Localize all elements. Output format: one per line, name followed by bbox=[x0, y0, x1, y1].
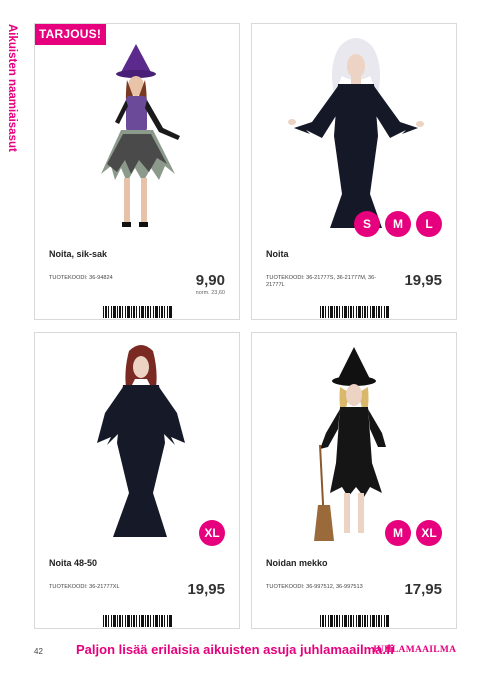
product-title: Noita 48-50 bbox=[49, 558, 98, 568]
product-code: TUOTEKOODI: 36-997512, 36-997513 bbox=[266, 584, 363, 590]
normal-price: norm. 23,60 bbox=[195, 290, 225, 296]
size-badge-s: S bbox=[354, 211, 380, 237]
barcode bbox=[103, 306, 173, 318]
page-number: 42 bbox=[34, 647, 43, 656]
footer-promo-link[interactable]: Paljon lisää erilaisia aikuisten asuja j… bbox=[76, 642, 394, 657]
product-card-1[interactable]: TARJOUS! Noita, sik-sak TUOTEKOODI: 36-9… bbox=[34, 23, 240, 320]
product-title: Noita, sik-sak bbox=[49, 249, 108, 259]
product-code: TUOTEKOODI: 36-94824 bbox=[49, 275, 113, 281]
product-price: 19,95 bbox=[187, 581, 225, 598]
barcode bbox=[103, 615, 173, 627]
costume-image-witch-plus-size bbox=[97, 345, 185, 537]
product-code: TUOTEKOODI: 36-21777S, 36-21777M, 36-217… bbox=[266, 275, 377, 288]
size-badge-m: M bbox=[385, 520, 411, 546]
product-code: TUOTEKOODI: 36-21777XL bbox=[49, 584, 120, 590]
size-badge-m: M bbox=[385, 211, 411, 237]
product-price: 9,90 bbox=[195, 272, 225, 289]
product-price: 19,95 bbox=[404, 272, 442, 289]
side-label: Aikuisten naamiaisasut bbox=[4, 24, 20, 154]
barcode bbox=[320, 615, 390, 627]
costume-image-witch-zigzag bbox=[101, 44, 180, 227]
product-title: Noidan mekko bbox=[266, 558, 328, 568]
product-card-2[interactable]: S M L Noita TUOTEKOODI: 36-21777S, 36-21… bbox=[251, 23, 457, 320]
costume-image-witch-dress-broom bbox=[314, 347, 386, 541]
sale-badge: TARJOUS! bbox=[35, 24, 107, 45]
size-badge-xl: XL bbox=[416, 520, 442, 546]
product-card-3[interactable]: XL Noita 48-50 TUOTEKOODI: 36-21777XL 19… bbox=[34, 332, 240, 629]
side-label-text: Aikuisten naamiaisasut bbox=[6, 24, 18, 152]
brand-logo: JUHLAMAAILMA bbox=[372, 645, 457, 655]
size-badge-xl: XL bbox=[199, 520, 225, 546]
product-card-4[interactable]: M XL Noidan mekko TUOTEKOODI: 36-997512,… bbox=[251, 332, 457, 629]
product-price: 17,95 bbox=[404, 581, 442, 598]
product-title: Noita bbox=[266, 249, 289, 259]
size-badge-l: L bbox=[416, 211, 442, 237]
barcode bbox=[320, 306, 390, 318]
costume-image-witch-black-dress bbox=[288, 38, 424, 228]
